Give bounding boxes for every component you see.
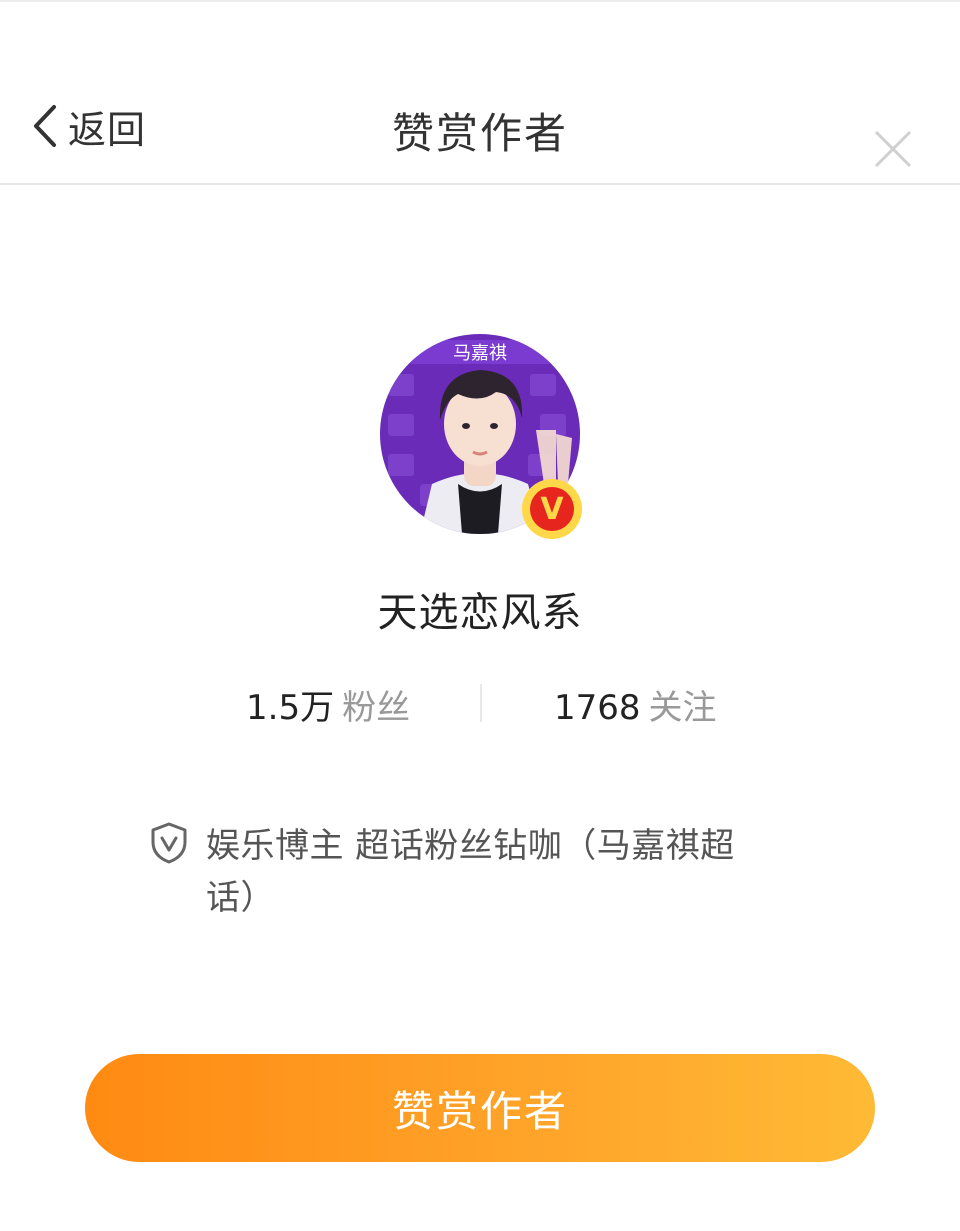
verified-badge: V	[522, 479, 582, 539]
verification-text: 娱乐博主 超话粉丝钻咖（马嘉祺超话）	[206, 826, 735, 918]
fans-label: 粉丝	[342, 688, 411, 728]
following-count: 1768	[554, 688, 641, 728]
following-stat[interactable]: 1768 关注	[554, 680, 717, 729]
avatar-container: 马嘉祺 V	[380, 334, 582, 539]
verified-v-icon: V	[530, 487, 574, 531]
page-title: 赞赏作者	[391, 109, 568, 158]
close-icon[interactable]	[870, 126, 916, 172]
nav-header: 返回 赞赏作者	[0, 0, 960, 185]
shield-check-icon	[151, 822, 187, 864]
avatar-caption: 马嘉祺	[453, 343, 507, 364]
username: 天选恋风系	[377, 590, 583, 636]
fans-count: 1.5万	[246, 688, 335, 728]
reward-author-button[interactable]: 赞赏作者	[85, 1054, 875, 1162]
following-label: 关注	[648, 688, 717, 728]
fans-stat[interactable]: 1.5万 粉丝	[246, 680, 410, 729]
stat-divider	[480, 684, 482, 722]
